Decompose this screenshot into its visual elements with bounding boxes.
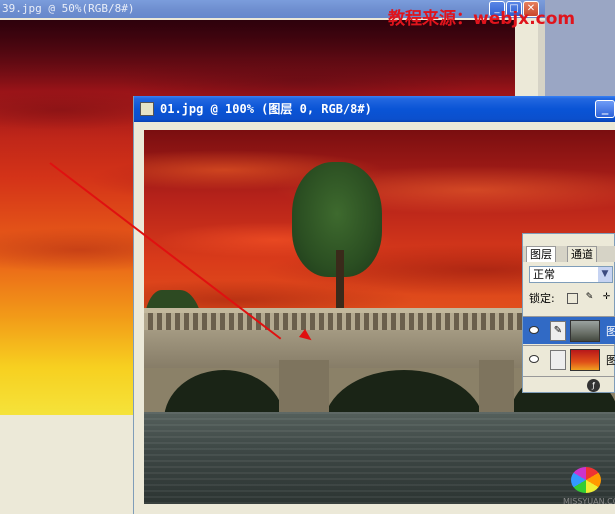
layers-panel: 图层 通道 正常 ▼ 锁定: ✎ ✛ ✎ 图 图 ƒ xyxy=(522,233,615,393)
lock-move-icon[interactable]: ✛ xyxy=(601,293,612,304)
layer-name: 图 xyxy=(606,325,615,338)
layer-name: 图 xyxy=(606,354,615,367)
water-ripples xyxy=(144,412,615,504)
front-window-titlebar[interactable]: 01.jpg @ 100% (图层 0, RGB/8#) _ xyxy=(134,96,615,122)
layers-panel-footer: ƒ xyxy=(523,376,615,393)
link-box[interactable] xyxy=(550,350,566,370)
tab-layers[interactable]: 图层 xyxy=(526,246,556,262)
tree-trunk xyxy=(336,250,344,310)
layer-row[interactable]: 图 xyxy=(523,345,615,373)
site-logo: MISSYUAN.COM xyxy=(563,465,615,509)
blend-mode-value: 正常 xyxy=(533,268,555,281)
lock-transparency-icon[interactable] xyxy=(567,293,578,304)
watermark-text: 教程来源：webjx.com xyxy=(388,9,576,29)
visibility-eye-icon[interactable] xyxy=(529,326,539,334)
logo-text: MISSYUAN.COM xyxy=(563,497,615,506)
back-window-title: 39.jpg @ 50%(RGB/8#) xyxy=(2,2,135,15)
brush-icon[interactable]: ✎ xyxy=(550,321,566,341)
layer-row[interactable]: ✎ 图 xyxy=(523,316,615,344)
layers-panel-tabs: 图层 通道 xyxy=(523,246,615,262)
front-window-title: 01.jpg @ 100% (图层 0, RGB/8#) xyxy=(160,102,372,116)
visibility-eye-icon[interactable] xyxy=(529,355,539,363)
blend-mode-select[interactable]: 正常 ▼ xyxy=(529,266,613,283)
layer-thumbnail xyxy=(570,349,600,371)
lock-brush-icon[interactable]: ✎ xyxy=(584,293,595,304)
layer-style-icon[interactable]: ƒ xyxy=(587,379,600,392)
document-icon xyxy=(140,102,154,116)
lock-label: 锁定: xyxy=(529,292,555,305)
tab-channels[interactable]: 通道 xyxy=(567,246,597,262)
layer-thumbnail xyxy=(570,320,600,342)
front-minimize-button[interactable]: _ xyxy=(595,100,615,118)
chevron-down-icon[interactable]: ▼ xyxy=(598,267,612,282)
flower-logo-icon xyxy=(571,467,601,493)
